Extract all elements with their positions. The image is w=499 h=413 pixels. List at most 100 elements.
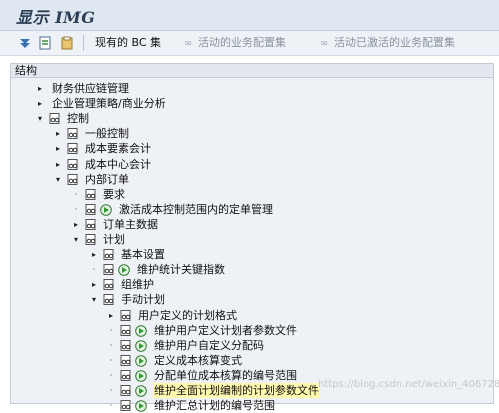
document-glasses-icon[interactable] (67, 128, 79, 140)
leaf-dot-icon: · (109, 355, 113, 365)
leaf-dot-icon: · (109, 325, 113, 335)
expand-icon[interactable]: ▸ (106, 308, 116, 323)
execute-clock-icon[interactable] (118, 264, 130, 276)
document-glasses-icon[interactable] (103, 249, 115, 261)
document-glasses-icon[interactable] (85, 203, 97, 215)
tree-node[interactable]: ▸ 成本要素会计 (11, 141, 493, 156)
tree-node-label: 内部订单 (85, 172, 129, 186)
expand-icon[interactable]: ▸ (53, 141, 63, 156)
document-glasses-icon[interactable] (120, 324, 132, 336)
execute-clock-icon[interactable] (100, 203, 112, 216)
tree-node[interactable]: ▸ 组维护 (11, 277, 493, 292)
tree-node-label: 一般控制 (85, 127, 129, 141)
document-glasses-icon[interactable] (120, 339, 132, 351)
activated-bc-sets-button[interactable]: ∞ 活动已激活的业务配置集 (320, 36, 455, 51)
tree-node-label: 激活成本控制范围内的定单管理 (119, 202, 273, 216)
leaf-dot-icon: · (109, 340, 113, 350)
document-glasses-icon[interactable] (67, 143, 79, 155)
tree-node[interactable]: ▸ 用户定义的计划格式 (11, 308, 493, 323)
tree-node-label: 手动计划 (121, 293, 165, 307)
structure-header: 结构 (11, 64, 493, 78)
collapse-icon[interactable]: ▾ (89, 292, 99, 307)
tree-node[interactable]: ▾ 手动计划 (11, 292, 493, 307)
execute-clock-icon[interactable] (135, 324, 147, 337)
tree-node[interactable]: ▸ 订单主数据 (11, 217, 493, 232)
execute-clock-icon[interactable] (135, 385, 147, 397)
expand-icon[interactable]: ▸ (89, 247, 99, 262)
leaf-dot-icon: · (109, 370, 113, 380)
tree-node[interactable]: ▸ 基本设置 (11, 247, 493, 262)
expand-icon[interactable]: ▸ (35, 81, 45, 96)
tree-node[interactable]: ▸ 企业管理策略/商业分析 (11, 96, 493, 111)
tree-node-label: 成本要素会计 (85, 142, 151, 156)
collapse-icon[interactable]: ▾ (35, 111, 45, 126)
leaf-dot-icon: · (109, 386, 113, 395)
tree-node[interactable]: · 维护汇总计划的编号范围 (11, 398, 493, 413)
clipboard-icon[interactable] (60, 36, 74, 50)
tree-node-label: 维护汇总计划的编号范围 (154, 399, 275, 413)
tree-node-label: 维护用户自定义分配码 (154, 338, 264, 352)
document-glasses-icon[interactable] (120, 354, 132, 366)
tree-node[interactable]: · 维护用户定义计划者参数文件 (11, 323, 493, 338)
tree-node[interactable]: ▸ 成本中心会计 (11, 157, 493, 172)
tree-node[interactable]: · 定义成本核算变式 (11, 353, 493, 368)
document-glasses-icon[interactable] (49, 113, 61, 125)
tree-node[interactable]: ▸ 财务供应链管理 (11, 81, 493, 96)
current-bc-sets-button[interactable]: 现有的 BC 集 (95, 36, 161, 50)
tree-node-label: 组维护 (121, 278, 154, 292)
tree-node-label: 定义成本核算变式 (154, 353, 242, 367)
document-glasses-icon[interactable] (67, 173, 79, 185)
tree-node[interactable]: · 维护统计关键指数 (11, 262, 493, 277)
active-bc-sets-button[interactable]: ∞ 活动的业务配置集 (184, 36, 286, 51)
document-glasses-icon[interactable] (85, 234, 97, 245)
tree-node-label: 维护全面计划编制的计划参数文件 (153, 383, 320, 398)
tree-node-label: 用户定义的计划格式 (138, 308, 237, 322)
link-icon: ∞ (184, 38, 193, 49)
collapse-icon[interactable]: ▾ (71, 232, 81, 247)
title-bar: 显示 IMG (0, 0, 499, 31)
toolbar: 现有的 BC 集 ∞ 活动的业务配置集 ∞ 活动已激活的业务配置集 (0, 31, 499, 56)
tree-node-label: 分配单位成本核算的编号范围 (154, 368, 297, 382)
window-title: 显示 IMG (16, 8, 96, 27)
expand-icon[interactable]: ▸ (71, 217, 81, 232)
document-glasses-icon[interactable] (103, 294, 115, 306)
leaf-dot-icon: · (74, 189, 78, 199)
tree-node-label: 控制 (67, 112, 89, 126)
expand-icon[interactable]: ▸ (35, 96, 45, 111)
tree-node-label: 维护用户定义计划者参数文件 (154, 323, 297, 337)
tree-node[interactable]: ▾ 控制 (11, 111, 493, 126)
execute-clock-icon[interactable] (135, 339, 147, 352)
execute-clock-icon[interactable] (135, 370, 147, 382)
tree-node-label: 计划 (103, 233, 125, 246)
expand-icon[interactable]: ▸ (53, 126, 63, 141)
tree-node-label: 订单主数据 (103, 217, 158, 231)
toolbar-separator (83, 35, 84, 51)
tree-node[interactable]: ▾ 计划 (11, 232, 493, 247)
watermark: https://blog.csdn.net/weixin_40672823 (318, 379, 499, 390)
tree-node-label: 要求 (103, 187, 125, 201)
tree-node[interactable]: ▸ 一般控制 (11, 126, 493, 141)
document-glasses-icon[interactable] (120, 309, 132, 321)
expand-icon[interactable]: ▸ (89, 277, 99, 292)
document-glasses-icon[interactable] (120, 385, 132, 396)
tree-node[interactable]: · 激活成本控制范围内的定单管理 (11, 202, 493, 217)
collapse-icon[interactable]: ▾ (53, 172, 63, 187)
execute-clock-icon[interactable] (135, 354, 147, 367)
structure-panel: 结构 ▸ 财务供应链管理 ▸ 企业管理策略/商业分析 ▾ 控制 ▸ 一般控制 ▸ 成本要素会计 ▸ 成… (10, 63, 494, 412)
expand-icon[interactable]: ▸ (53, 157, 63, 172)
document-glasses-icon[interactable] (103, 264, 115, 276)
tree-node[interactable]: · 要求 (11, 187, 493, 202)
document-glasses-icon[interactable] (103, 279, 115, 291)
tree-node[interactable]: ▾ 内部订单 (11, 172, 493, 187)
expand-all-icon[interactable] (18, 36, 32, 50)
document-glasses-icon[interactable] (67, 158, 79, 170)
document-glasses-icon[interactable] (85, 218, 97, 230)
document-icon[interactable] (38, 36, 52, 50)
active-bc-sets-label: 活动的业务配置集 (198, 36, 286, 49)
activated-bc-sets-label: 活动已激活的业务配置集 (334, 36, 455, 49)
tree-node[interactable]: · 维护用户自定义分配码 (11, 338, 493, 353)
document-glasses-icon[interactable] (85, 188, 97, 200)
document-glasses-icon[interactable] (120, 369, 132, 381)
tree-node-label: 企业管理策略/商业分析 (52, 97, 166, 111)
link-icon: ∞ (320, 38, 329, 49)
